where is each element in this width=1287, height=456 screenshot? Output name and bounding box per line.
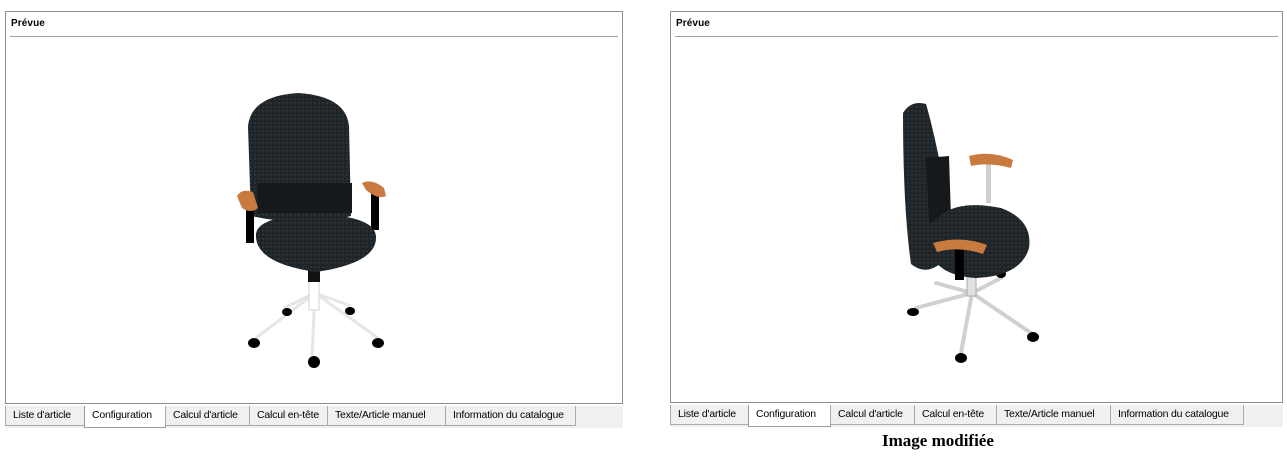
tab-configuration[interactable]: Configuration — [748, 405, 831, 427]
tab-information-catalogue[interactable]: Information du catalogue — [1110, 405, 1244, 425]
image-caption: Image modifiée — [882, 431, 994, 450]
panel-title: Prévue — [11, 18, 45, 29]
tab-calcul-article[interactable]: Calcul d'article — [830, 405, 915, 425]
tab-configuration[interactable]: Configuration — [84, 406, 166, 428]
tab-texte-article-manuel[interactable]: Texte/Article manuel — [996, 405, 1111, 425]
preview-viewport[interactable] — [671, 38, 1282, 402]
tab-information-catalogue[interactable]: Information du catalogue — [445, 406, 576, 426]
preview-viewport[interactable] — [6, 38, 622, 403]
tab-calcul-en-tete[interactable]: Calcul en-tête — [914, 405, 997, 425]
tab-calcul-article[interactable]: Calcul d'article — [165, 406, 250, 426]
tab-calcul-en-tete[interactable]: Calcul en-tête — [249, 406, 328, 426]
tab-liste-article[interactable]: Liste d'article — [670, 405, 749, 425]
preview-panel-left: Prévue — [5, 11, 623, 404]
tab-bar-right: Liste d'article Configuration Calcul d'a… — [670, 405, 1283, 427]
tab-liste-article[interactable]: Liste d'article — [5, 406, 85, 426]
panel-title: Prévue — [676, 18, 710, 29]
chair-side-image — [903, 103, 1039, 363]
chair-front-image — [237, 93, 386, 368]
tab-texte-article-manuel[interactable]: Texte/Article manuel — [327, 406, 446, 426]
title-divider — [10, 36, 618, 37]
title-divider — [675, 36, 1278, 37]
tab-bar-left: Liste d'article Configuration Calcul d'a… — [5, 406, 623, 428]
preview-panel-right: Prévue — [670, 11, 1283, 403]
